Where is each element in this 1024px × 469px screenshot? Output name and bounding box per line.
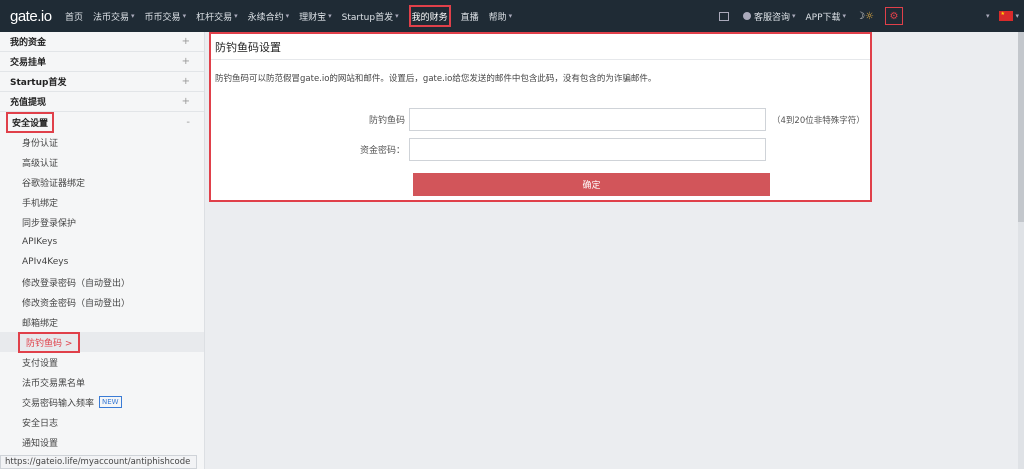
top-nav-bar: gate.io 首页 法币交易 币币交易 杠杆交易 永续合约 理财宝 Start… <box>0 0 1024 32</box>
sidebar-item-google-authenticator[interactable]: 谷歌验证器绑定 <box>0 172 204 192</box>
status-bar-url: https://gateio.life/myaccount/antiphishc… <box>0 455 197 469</box>
sidebar-item-label: 交易密码输入频率 <box>22 398 95 409</box>
main-nav: 首页 法币交易 币币交易 杠杆交易 永续合约 理财宝 Startup首发 我的财… <box>60 0 517 32</box>
sidebar-item-label: 法币交易黑名单 <box>22 378 86 389</box>
anti-phishing-code-input[interactable] <box>409 108 766 131</box>
nav-startup[interactable]: Startup首发 <box>337 0 404 32</box>
sidebar-section-label: 我的资金 <box>10 38 47 48</box>
sidebar-item-label: 手机绑定 <box>22 198 59 209</box>
nav-fiat-trading[interactable]: 法币交易 <box>88 0 140 32</box>
header-tools: 客服咨询 APP下载 ☽ ☼ ⚙ <box>714 0 1024 32</box>
sidebar-item-label: 安全日志 <box>22 418 59 429</box>
qr-box-button[interactable] <box>714 0 738 32</box>
sidebar-item-label: 身份认证 <box>22 138 59 149</box>
account-sidebar: 我的资金 + 交易挂单 + Startup首发 + 充值提现 + 安全设置 - … <box>0 32 205 469</box>
sidebar-item-label: 高级认证 <box>22 158 59 169</box>
expand-plus-icon: + <box>181 76 190 87</box>
sidebar-item-label: 邮箱绑定 <box>22 318 59 329</box>
nav-help[interactable]: 帮助 <box>484 0 518 32</box>
fund-password-input[interactable] <box>409 138 766 161</box>
app-download-button[interactable]: APP下载 <box>801 0 852 32</box>
expand-plus-icon: + <box>181 56 190 67</box>
fund-password-row: 资金密码： <box>211 138 870 161</box>
sidebar-section-startup[interactable]: Startup首发 + <box>0 72 204 92</box>
sidebar-item-change-fund-password[interactable]: 修改资金密码（自动登出） <box>0 292 204 312</box>
language-selector[interactable] <box>994 0 1024 32</box>
sidebar-item-notification-settings[interactable]: 通知设置 <box>0 432 204 452</box>
sidebar-section-label: Startup首发 <box>10 78 67 88</box>
anti-phishing-code-hint: （4到20位非特殊字符） <box>772 115 865 126</box>
sidebar-item-phone-binding[interactable]: 手机绑定 <box>0 192 204 212</box>
page-title: 防钓鱼码设置 <box>211 34 870 60</box>
sidebar-section-my-funds[interactable]: 我的资金 + <box>0 32 204 52</box>
sidebar-item-identity-verification[interactable]: 身份认证 <box>0 132 204 152</box>
sidebar-item-label: 同步登录保护 <box>22 218 77 229</box>
app-download-label: APP下载 <box>805 12 841 23</box>
scrollbar-thumb[interactable] <box>1018 32 1024 222</box>
sidebar-item-label: APIKeys <box>22 237 58 247</box>
user-icon <box>742 12 751 20</box>
expand-plus-icon: + <box>181 36 190 47</box>
sidebar-item-fiat-blacklist[interactable]: 法币交易黑名单 <box>0 372 204 392</box>
sidebar-item-email-binding[interactable]: 邮箱绑定 <box>0 312 204 332</box>
anti-phishing-code-row: 防钓鱼码 （4到20位非特殊字符） <box>211 108 870 131</box>
sidebar-item-label: 修改登录密码（自动登出） <box>22 278 131 289</box>
sidebar-item-label: 支付设置 <box>22 358 59 369</box>
china-flag-icon <box>999 11 1014 21</box>
expand-plus-icon: + <box>181 96 190 107</box>
qr-icon <box>718 11 729 21</box>
nav-margin-trading[interactable]: 杠杆交易 <box>191 0 243 32</box>
collapse-minus-icon: - <box>186 116 190 128</box>
sidebar-section-deposit-withdraw[interactable]: 充值提现 + <box>0 92 204 112</box>
nav-live[interactable]: 直播 <box>456 0 484 32</box>
gateio-logo[interactable]: gate.io <box>0 8 60 25</box>
sidebar-item-label: 通知设置 <box>22 438 59 449</box>
nav-wealth[interactable]: 理财宝 <box>294 0 337 32</box>
account-menu-icon[interactable]: ⚙ <box>884 7 903 25</box>
sidebar-item-change-login-password[interactable]: 修改登录密码（自动登出） <box>0 272 204 292</box>
sidebar-item-label: 修改资金密码（自动登出） <box>22 298 131 309</box>
sun-icon: ☼ <box>865 10 874 22</box>
sidebar-item-apikeys[interactable]: APIKeys <box>0 232 204 252</box>
sidebar-item-advanced-verification[interactable]: 高级认证 <box>0 152 204 172</box>
anti-phishing-code-label: 防钓鱼码 <box>368 116 405 126</box>
fund-password-label: 资金密码： <box>359 146 405 156</box>
customer-support-label: 客服咨询 <box>753 12 790 23</box>
user-dropdown[interactable] <box>979 0 995 32</box>
sidebar-item-label: APIv4Keys <box>22 257 69 267</box>
sidebar-section-security[interactable]: 安全设置 - <box>0 111 204 133</box>
panel-description: 防钓鱼码可以防范假冒gate.io的网站和邮件。设置后，gate.io给您发送的… <box>215 74 657 84</box>
page-scrollbar[interactable] <box>1018 32 1024 469</box>
sidebar-item-payment-settings[interactable]: 支付设置 <box>0 352 204 372</box>
sidebar-section-label: 充值提现 <box>10 98 47 108</box>
sidebar-item-trade-password-frequency[interactable]: 交易密码输入频率 NEW <box>0 392 204 412</box>
sidebar-item-label: 防钓鱼码 > <box>17 331 81 353</box>
sidebar-section-orders[interactable]: 交易挂单 + <box>0 52 204 72</box>
new-badge: NEW <box>99 396 122 408</box>
header-spacer <box>909 0 979 32</box>
sidebar-item-security-log[interactable]: 安全日志 <box>0 412 204 432</box>
sidebar-item-login-protection[interactable]: 同步登录保护 <box>0 212 204 232</box>
sidebar-section-label: 安全设置 <box>5 111 55 133</box>
theme-toggle[interactable]: ☽ ☼ <box>851 0 879 32</box>
sidebar-section-label: 交易挂单 <box>10 58 47 68</box>
nav-perpetual-contracts[interactable]: 永续合约 <box>243 0 295 32</box>
nav-home[interactable]: 首页 <box>60 0 88 32</box>
moon-icon: ☽ <box>856 10 865 22</box>
sidebar-item-label: 谷歌验证器绑定 <box>22 178 86 189</box>
confirm-button[interactable]: 确定 <box>413 173 770 196</box>
sidebar-item-anti-phishing-code[interactable]: 防钓鱼码 > <box>0 331 204 353</box>
anti-phishing-panel: 防钓鱼码设置 防钓鱼码可以防范假冒gate.io的网站和邮件。设置后，gate.… <box>209 32 872 202</box>
nav-my-finance[interactable]: 我的财务 <box>404 0 456 32</box>
sidebar-item-apiv4keys[interactable]: APIv4Keys <box>0 252 204 272</box>
customer-support-button[interactable]: 客服咨询 <box>738 0 801 32</box>
nav-spot-trading[interactable]: 币币交易 <box>140 0 192 32</box>
